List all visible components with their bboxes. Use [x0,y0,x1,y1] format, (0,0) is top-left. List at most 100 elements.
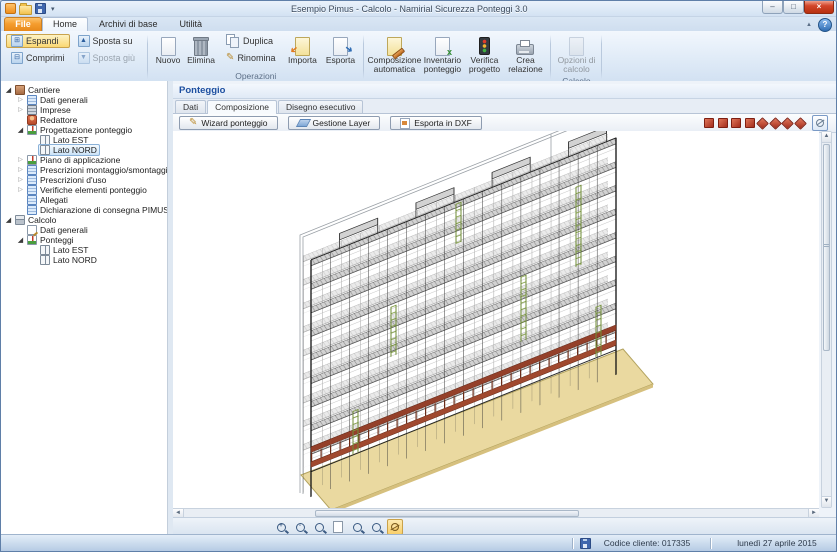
view-cube-icon-4[interactable] [745,118,755,128]
open-icon[interactable] [19,5,32,15]
save-icon[interactable] [35,3,46,14]
minimize-button[interactable]: – [762,1,783,14]
wizard-ponteggio-button[interactable]: ✎ Wizard ponteggio [179,116,278,130]
verifica-progetto-button[interactable]: Verifica progetto [464,34,504,76]
qat-dropdown-icon[interactable]: ▾ [49,5,57,13]
esporta-button[interactable]: ➔ Esporta [321,34,359,67]
expander-icon[interactable]: ◢ [16,126,25,135]
zoom-previous-button[interactable] [349,519,365,535]
minimize-ribbon-icon[interactable]: ▲ [806,22,812,28]
export-page-icon: ➔ [333,37,348,56]
tab-disegno-esecutivo[interactable]: Disegno esecutivo [278,100,363,113]
opzioni-di-calcolo-button[interactable]: Opzioni di calcolo [555,34,597,76]
sposta-giu-label: Sposta giù [93,53,136,63]
vertical-scrollbar[interactable]: ▲ ▼ [821,131,832,508]
view-cube-icon-1[interactable] [704,118,714,128]
inventario-ponteggio-button[interactable]: x Inventario ponteggio [420,34,464,76]
tab-utilita[interactable]: Utilità [169,17,214,31]
panel-tab-strip: Dati Composizione Disegno esecutivo [173,99,836,114]
scroll-down-icon[interactable]: ▼ [822,496,831,507]
expander-icon[interactable]: ▷ [16,106,25,115]
duplica-button[interactable]: Duplica [221,34,280,48]
expander-icon[interactable]: ▷ [16,176,25,185]
ribbon-group-operazioni: Nuovo Elimina Duplica ✎ Rinomina [149,32,362,82]
view-cube-icon-6[interactable] [769,117,782,130]
crea-relazione-label: Crea relazione [505,56,545,74]
expander-icon[interactable]: ▷ [16,186,25,195]
ribbon-separator [550,35,551,79]
scroll-up-icon[interactable]: ▲ [822,132,831,143]
export-arrow-icon: ➔ [344,43,355,55]
app-icon[interactable] [5,3,16,14]
zoom-out-button[interactable]: - [292,519,308,535]
navigation-tree: ◢ Cantiere ▷ Dati generali ▷ Imprese Red… [1,81,168,535]
orbit-3d-button[interactable] [387,519,403,535]
view-cube-icon-8[interactable] [794,117,807,130]
gestione-layer-button[interactable]: Gestione Layer [288,116,381,130]
duplicate-icon [226,34,240,48]
tree-item-label: Lato NORD [53,255,97,265]
ribbon-group-strumenti: Composizione automatica x Inventario pon… [365,32,549,82]
tab-archivi-di-base[interactable]: Archivi di base [88,17,169,31]
rinomina-button[interactable]: ✎ Rinomina [221,51,280,65]
orbit-icon [816,119,824,127]
vertical-scroll-thumb[interactable] [823,144,830,351]
ribbon-group-calcolo: Opzioni di calcolo Calcolo [552,32,600,82]
comprimi-button[interactable]: ⊟ Comprimi [6,51,70,65]
view-cube-icon-2[interactable] [718,118,728,128]
verifica-label: Verifica progetto [465,56,503,74]
expander-icon[interactable]: ◢ [4,216,13,225]
drawing-canvas[interactable] [173,131,819,508]
excel-x-icon: x [447,47,452,57]
dxf-label: Esporta in DXF [414,118,472,128]
maximize-button[interactable]: □ [783,1,804,14]
sposta-su-label: Sposta su [93,36,133,46]
pan-button[interactable] [368,519,384,535]
tree-item-calcolo-lato-nord[interactable]: Lato NORD [1,255,167,265]
quick-access-toolbar: ▾ [3,3,57,15]
inventory-page-icon: x [435,37,450,56]
tab-home[interactable]: Home [42,17,88,31]
expander-icon[interactable]: ▷ [16,166,25,175]
statusbar-save-icon[interactable] [580,538,591,549]
import-page-icon: ➔ [295,37,310,56]
tab-file[interactable]: File [4,17,42,31]
expander-icon[interactable]: ◢ [4,86,13,95]
elimina-button[interactable]: Elimina [184,34,218,67]
ribbon-separator [147,35,148,79]
zoom-extents-button[interactable] [330,519,346,535]
horizontal-scroll-thumb[interactable] [315,510,579,517]
opzioni-label: Opzioni di calcolo [556,56,596,74]
zoom-window-button[interactable] [311,519,327,535]
layers-icon [295,119,310,127]
crea-relazione-button[interactable]: Crea relazione [504,34,546,76]
expander-icon[interactable]: ▷ [16,96,25,105]
view-cube-icon-7[interactable] [781,117,794,130]
dxf-file-icon [400,118,410,129]
composizione-automatica-button[interactable]: Composizione automatica [368,34,420,76]
view-cube-icon-5[interactable] [756,117,769,130]
help-button[interactable]: ? [818,18,832,32]
esporta-dxf-button[interactable]: Esporta in DXF [390,116,482,130]
trash-icon [194,39,208,56]
sposta-su-button[interactable]: ▲ Sposta su [73,34,141,48]
expander-icon[interactable]: ◢ [16,236,25,245]
nuovo-button[interactable]: Nuovo [152,34,184,67]
app-window: ▾ Esempio Pimus - Calcolo - Namirial Sic… [0,0,837,552]
zoom-extents-icon [333,521,343,533]
sposta-giu-button[interactable]: ▼ Sposta giù [73,51,141,65]
zoom-in-button[interactable]: + [273,519,289,535]
layer-label: Gestione Layer [313,118,371,128]
view-cube-icon-3[interactable] [731,118,741,128]
tab-composizione[interactable]: Composizione [207,100,277,114]
frame-icon [40,255,50,265]
nuovo-label: Nuovo [156,56,181,65]
espandi-button[interactable]: ⊞ Espandi [6,34,70,48]
close-button[interactable]: × [804,1,834,14]
tab-dati[interactable]: Dati [175,100,206,113]
status-bar: Codice cliente: 017335 lunedì 27 aprile … [1,534,836,551]
elimina-label: Elimina [187,56,215,65]
importa-button[interactable]: ➔ Importa [283,34,321,67]
expander-icon[interactable]: ▷ [16,156,25,165]
orbit-view-button[interactable] [812,115,828,131]
